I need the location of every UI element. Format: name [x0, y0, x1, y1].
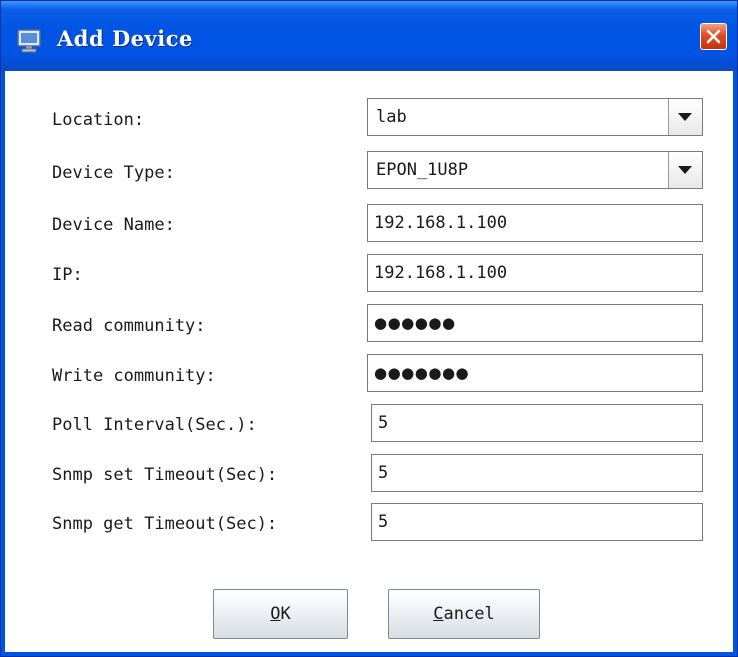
snmp-get-timeout-input[interactable]: 5: [371, 503, 703, 541]
snmp-get-timeout-label: Snmp get Timeout(Sec):: [52, 514, 278, 534]
poll-interval-label: Poll Interval(Sec.):: [52, 415, 257, 435]
computer-icon: [15, 27, 45, 55]
title-bar[interactable]: Add Device: [1, 1, 737, 71]
ok-mnemonic: O: [270, 604, 281, 624]
ok-button[interactable]: OK: [213, 589, 348, 639]
chevron-down-icon: [678, 166, 692, 174]
chevron-down-icon: [678, 113, 692, 121]
ok-label: K: [280, 604, 291, 624]
write-community-input[interactable]: ●●●●●●●: [367, 354, 703, 392]
device-type-dropdown-button[interactable]: [668, 152, 702, 188]
location-dropdown-button[interactable]: [668, 99, 702, 135]
cancel-mnemonic: C: [433, 604, 444, 624]
device-name-input[interactable]: 192.168.1.100: [367, 204, 703, 242]
ip-label: IP:: [52, 265, 83, 285]
close-icon: [706, 29, 721, 44]
device-name-label: Device Name:: [52, 215, 175, 235]
window-title: Add Device: [57, 26, 193, 51]
cancel-button[interactable]: Cancel: [388, 589, 540, 639]
close-button[interactable]: [700, 23, 727, 50]
read-community-label: Read community:: [52, 316, 206, 336]
cancel-label: ancel: [443, 604, 495, 624]
location-value: lab: [376, 107, 407, 127]
poll-interval-input[interactable]: 5: [371, 404, 703, 442]
add-device-dialog: Add Device Location: lab Device Type: EP…: [0, 0, 738, 657]
snmp-set-timeout-input[interactable]: 5: [371, 454, 703, 492]
device-type-select[interactable]: EPON_1U8P: [367, 151, 703, 189]
read-community-input[interactable]: ●●●●●●: [367, 304, 703, 342]
location-label: Location:: [52, 110, 145, 130]
device-type-label: Device Type:: [52, 163, 175, 183]
write-community-label: Write community:: [52, 366, 216, 386]
snmp-set-timeout-label: Snmp set Timeout(Sec):: [52, 465, 278, 485]
ip-input[interactable]: 192.168.1.100: [367, 254, 703, 292]
location-select[interactable]: lab: [367, 98, 703, 136]
device-type-value: EPON_1U8P: [376, 160, 469, 180]
dialog-body: Location: lab Device Type: EPON_1U8P Dev…: [5, 71, 733, 652]
